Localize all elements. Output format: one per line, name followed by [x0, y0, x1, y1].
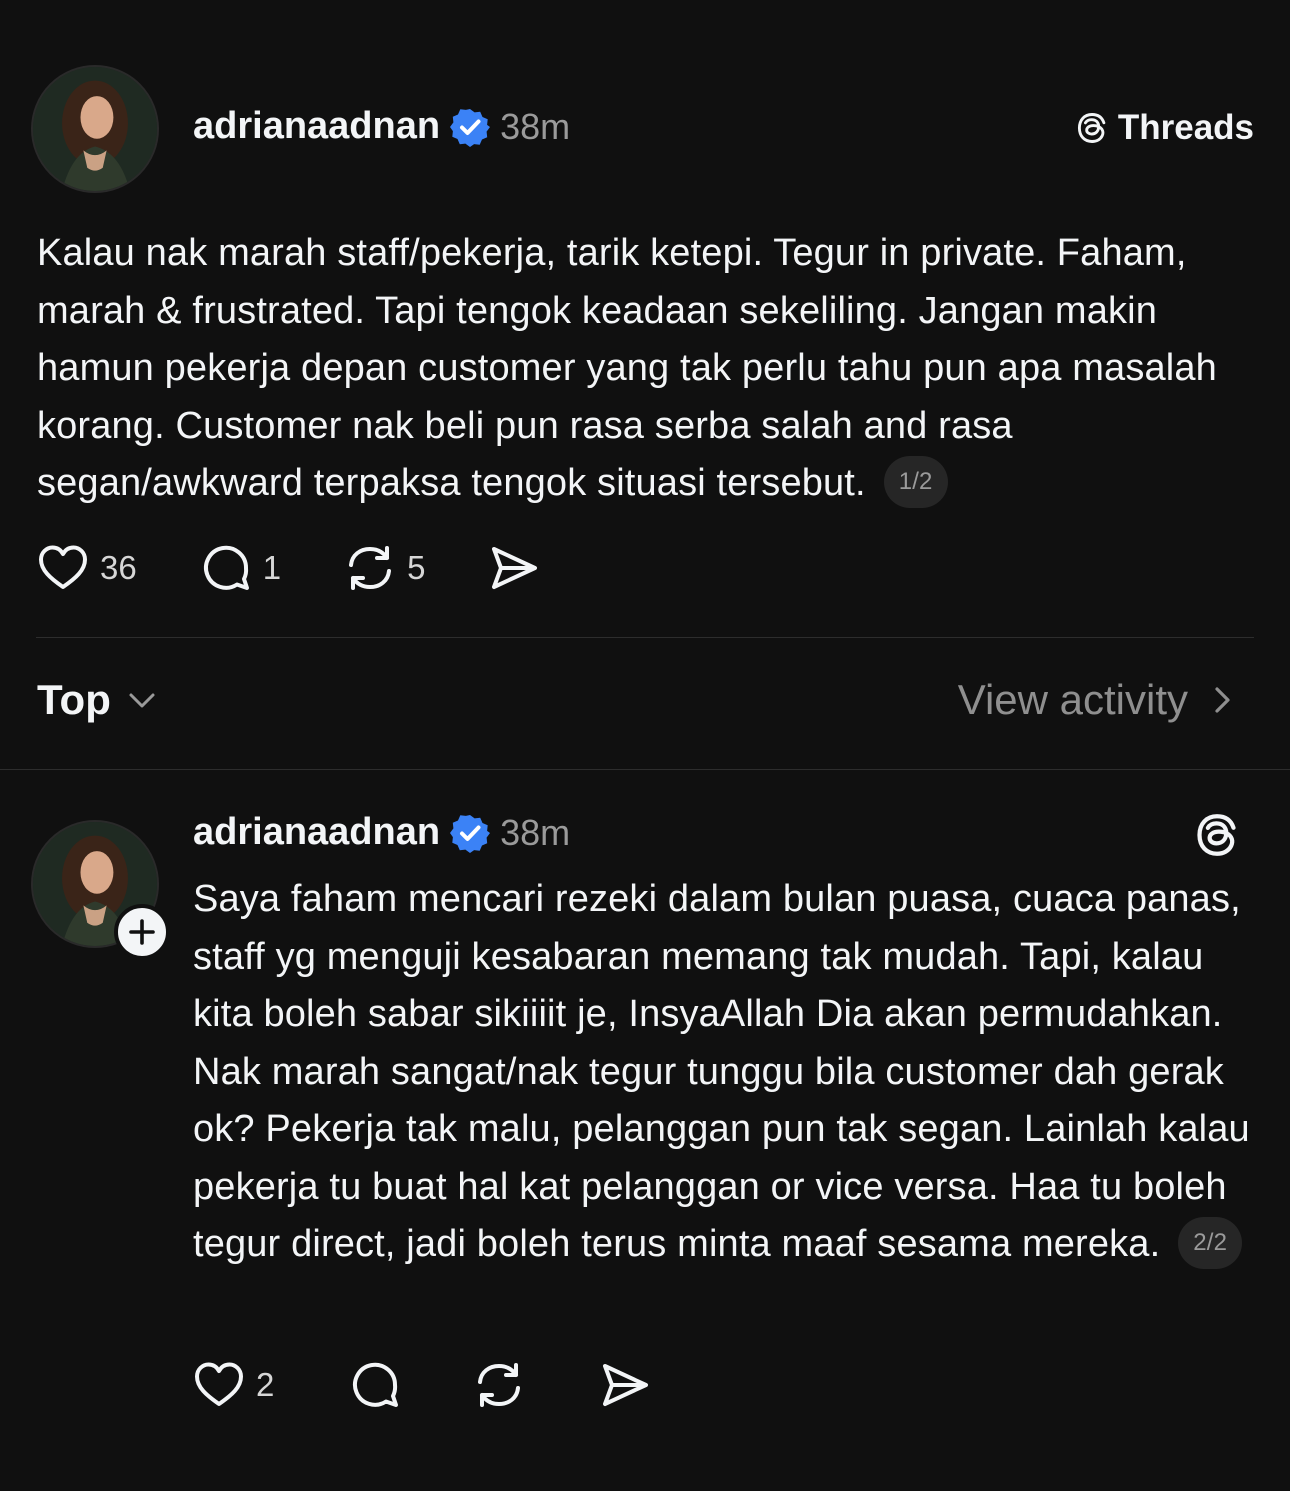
reply-username[interactable]: adrianaadnan: [193, 811, 440, 854]
reply-count: 1: [262, 549, 282, 586]
view-activity-label: View activity: [957, 676, 1188, 723]
threads-logo-icon: [1077, 113, 1106, 143]
reply-button[interactable]: 1: [199, 541, 281, 595]
repost-icon: [349, 546, 392, 590]
reply-time: 38m: [500, 811, 571, 853]
thread-pager: 1/2: [883, 455, 948, 508]
post-text: Kalau nak marah staff/pekerja, tarik ket…: [37, 232, 1217, 504]
username[interactable]: adrianaadnan: [193, 105, 440, 148]
post-body: Kalau nak marah staff/pekerja, tarik ket…: [37, 225, 1262, 513]
verified-badge-icon: [450, 108, 491, 147]
repost-button[interactable]: 5: [343, 541, 425, 595]
divider: [36, 637, 1254, 638]
comment-icon: [353, 1362, 399, 1407]
divider: [0, 769, 1290, 770]
like-count: 36: [100, 549, 137, 586]
thread-pager: 2/2: [1178, 1216, 1243, 1269]
heart-icon: [39, 545, 87, 589]
plus-icon: [129, 919, 155, 945]
repost-count: 5: [407, 549, 426, 586]
like-count: 2: [256, 1366, 275, 1403]
share-button[interactable]: [598, 1358, 652, 1412]
threads-logo-icon[interactable]: [1192, 810, 1242, 860]
like-button[interactable]: 2: [192, 1358, 274, 1412]
avatar[interactable]: [31, 65, 159, 193]
view-activity-link[interactable]: View activity: [958, 676, 1238, 724]
verified-badge-icon: [450, 814, 491, 853]
chevron-right-icon: [1215, 687, 1230, 713]
repost-icon: [478, 1363, 521, 1407]
reply-text: Saya faham mencari rezeki dalam bulan pu…: [193, 878, 1250, 1265]
chevron-down-icon: [129, 693, 155, 708]
send-icon: [492, 547, 538, 589]
post-time: 38m: [500, 105, 571, 147]
reply-body: Saya faham mencari rezeki dalam bulan pu…: [193, 871, 1255, 1274]
share-button[interactable]: [487, 541, 541, 595]
heart-icon: [195, 1362, 243, 1406]
sort-dropdown[interactable]: Top: [37, 676, 159, 724]
send-icon: [603, 1364, 649, 1406]
repost-button[interactable]: [472, 1358, 526, 1412]
reply-button[interactable]: [348, 1358, 402, 1412]
sort-label: Top: [37, 676, 111, 723]
threads-brand[interactable]: Threads: [1074, 108, 1254, 148]
threads-brand-label: Threads: [1117, 108, 1254, 147]
like-button[interactable]: 36: [36, 541, 137, 595]
comment-icon: [203, 545, 249, 590]
follow-button[interactable]: [114, 904, 170, 960]
